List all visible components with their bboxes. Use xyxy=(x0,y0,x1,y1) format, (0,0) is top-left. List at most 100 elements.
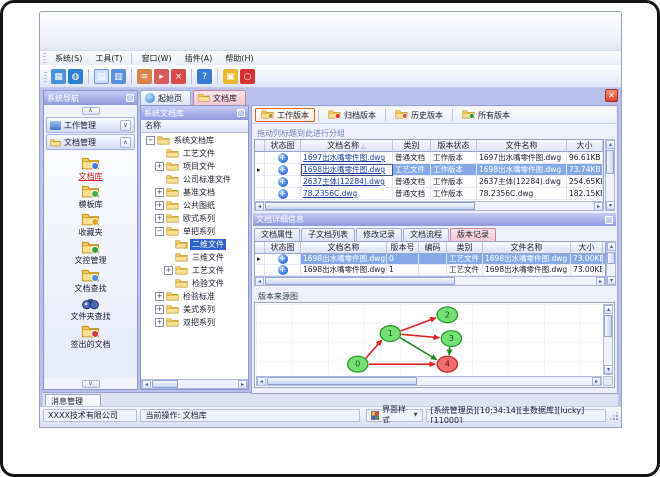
tree-node-1[interactable]: 工艺文件 xyxy=(141,147,248,160)
chevron-down-icon[interactable]: ∨ xyxy=(120,119,131,131)
tree-node-8[interactable]: 二维文件 xyxy=(141,238,248,251)
collapse-icon[interactable]: − xyxy=(155,227,164,236)
tree-node-2[interactable]: + 项目文件 xyxy=(141,160,248,173)
expand-icon[interactable]: + xyxy=(164,266,173,275)
tree-node-5[interactable]: + 公共图纸 xyxy=(141,199,248,212)
scroll-down-icon[interactable]: ▾ xyxy=(606,201,615,210)
scroll-left-icon[interactable]: ◂ xyxy=(142,380,151,389)
table-row[interactable]: ▸1698出水嘴零件图.dwg工艺文件工作版本1698出水嘴零件图.dwg73.… xyxy=(255,164,603,176)
expand-icon[interactable]: + xyxy=(155,188,164,197)
screen-icon[interactable]: ▦ xyxy=(51,69,66,84)
document-link[interactable]: 1698出水嘴零件图.dwg xyxy=(303,165,385,174)
version-filter-button-1[interactable]: 归档版本 xyxy=(322,108,382,122)
tree-horizontal-scrollbar[interactable]: ◂ ▸ xyxy=(141,379,248,389)
scroll-down-icon[interactable]: ▾ xyxy=(607,276,616,285)
library-list-icon[interactable]: ▥ xyxy=(111,69,126,84)
sidebar-item-2[interactable]: 收藏夹 xyxy=(79,212,103,237)
column-header-6[interactable]: 大小 xyxy=(571,242,603,254)
version-graph[interactable]: 0 1 2 3 4 xyxy=(256,304,602,375)
doc-new-icon[interactable]: ≡ xyxy=(137,69,152,84)
version-filter-button-0[interactable]: 工作版本 xyxy=(255,108,315,122)
sidebar-group-0[interactable]: 工作管理 ∨ xyxy=(46,117,135,133)
scroll-right-icon[interactable]: ▸ xyxy=(238,380,247,389)
document-link[interactable]: 2637主体(12284).dwg xyxy=(303,177,385,186)
menu-item-0[interactable]: 系统(S) xyxy=(49,52,88,65)
column-header-4[interactable]: 类别 xyxy=(447,242,483,254)
tab-document-library[interactable]: 文档库 xyxy=(193,90,246,105)
expand-icon[interactable]: + xyxy=(155,292,164,301)
tree-node-9[interactable]: 三维文件 xyxy=(141,251,248,264)
expand-icon[interactable]: + xyxy=(155,201,164,210)
doc-cancel-icon[interactable]: × xyxy=(171,69,186,84)
scroll-up-icon[interactable]: ▴ xyxy=(604,305,613,314)
detail-tab-0[interactable]: 文档属性 xyxy=(254,228,300,241)
version-grid-horizontal-scrollbar[interactable]: ◂ ▸ xyxy=(254,276,606,286)
table-row[interactable]: ▸1698出水嘴零件图.dwg0工艺文件1698出水嘴零件图.dwg73.00K… xyxy=(255,254,605,265)
column-header-0[interactable]: 状态图 xyxy=(265,242,301,254)
column-header-2[interactable]: 版本号 xyxy=(387,242,419,254)
expand-icon[interactable]: + xyxy=(155,162,164,171)
expand-icon[interactable]: + xyxy=(155,214,164,223)
tree-column-header[interactable]: 名称 xyxy=(141,120,248,133)
expand-icon[interactable]: + xyxy=(155,305,164,314)
scroll-left-icon[interactable]: ◂ xyxy=(257,377,266,386)
chevron-down-icon[interactable]: ∨ xyxy=(81,379,100,388)
scroll-left-icon[interactable]: ◂ xyxy=(255,202,264,211)
menu-item-1[interactable]: 工具(T) xyxy=(89,52,128,65)
detail-tab-4[interactable]: 版本记录 xyxy=(450,228,496,241)
pin-icon[interactable] xyxy=(237,109,245,117)
column-header-4[interactable]: 文件名称 xyxy=(477,140,567,152)
tree-node-6[interactable]: + 欧式系列 xyxy=(141,212,248,225)
column-header-1[interactable]: 文档名称 xyxy=(301,242,387,254)
sidebar-item-0[interactable]: 文档库 xyxy=(79,156,103,181)
document-grid-horizontal-scrollbar[interactable]: ◂ ▸ xyxy=(254,201,604,211)
sidebar-item-1[interactable]: 模板库 xyxy=(79,184,103,209)
sidebar-item-3[interactable]: 文控管理 xyxy=(75,240,107,265)
scroll-right-icon[interactable]: ▸ xyxy=(594,202,603,211)
column-header-6[interactable]: 版本号 xyxy=(603,140,604,152)
scroll-thumb[interactable] xyxy=(607,252,615,264)
sidebar-item-4[interactable]: 文档查找 xyxy=(75,268,107,293)
version-filter-button-3[interactable]: 所有版本 xyxy=(456,108,516,122)
scroll-thumb[interactable] xyxy=(606,150,614,174)
tree-node-13[interactable]: + 美式系列 xyxy=(141,303,248,316)
detail-tab-3[interactable]: 文档流程 xyxy=(403,228,449,241)
chevron-up-icon[interactable]: ∧ xyxy=(120,136,131,148)
help-icon[interactable]: ? xyxy=(197,69,212,84)
pin-icon[interactable] xyxy=(605,215,613,224)
table-row[interactable]: 78.2356C.dwg普通文档工作版本78.2356C.dwg182.15KB… xyxy=(255,188,603,200)
open-library-icon[interactable]: ▤ xyxy=(94,69,109,84)
menu-item-2[interactable]: 窗口(W) xyxy=(135,52,177,65)
document-link[interactable]: 78.2356C.dwg xyxy=(303,189,357,198)
column-header-2[interactable]: 类别 xyxy=(393,140,431,152)
menu-item-3[interactable]: 插件(A) xyxy=(179,52,219,65)
scroll-thumb[interactable] xyxy=(604,315,612,337)
tree-node-14[interactable]: + 双把系列 xyxy=(141,316,248,329)
column-header-0[interactable]: 状态图 xyxy=(265,140,301,152)
scroll-thumb[interactable] xyxy=(265,277,455,285)
scroll-down-icon[interactable]: ▾ xyxy=(604,365,613,374)
scroll-thumb[interactable] xyxy=(152,380,178,388)
table-row[interactable]: 1697出水嘴零件图.dwg普通文档工作版本1697出水嘴零件图.dwg96.6… xyxy=(255,152,603,164)
tree-node-7[interactable]: − 单把系列 xyxy=(141,225,248,238)
sidebar-item-6[interactable]: 签出的文档 xyxy=(71,324,111,349)
graph-vertical-scrollbar[interactable]: ▴ ▾ xyxy=(603,304,613,375)
pin-icon[interactable] xyxy=(126,94,134,102)
expand-icon[interactable]: + xyxy=(155,318,164,327)
table-row[interactable]: 2637主体(12284).dwg普通文档工作版本2637主体(12284).d… xyxy=(255,176,603,188)
version-grid-vertical-scrollbar[interactable]: ▴ ▾ xyxy=(606,241,616,286)
scroll-up-icon[interactable]: ▴ xyxy=(607,242,616,251)
scroll-left-icon[interactable]: ◂ xyxy=(255,277,264,286)
column-header-3[interactable]: 编码 xyxy=(419,242,447,254)
collapse-icon[interactable]: − xyxy=(146,136,155,145)
globe-icon[interactable]: ◍ xyxy=(68,69,83,84)
scroll-right-icon[interactable]: ▸ xyxy=(596,277,605,286)
document-link[interactable]: 1697出水嘴零件图.dwg xyxy=(303,153,385,162)
menu-item-4[interactable]: 帮助(H) xyxy=(219,52,259,65)
tree-node-11[interactable]: 检验文件 xyxy=(141,277,248,290)
tree-node-10[interactable]: + 工艺文件 xyxy=(141,264,248,277)
column-header-5[interactable]: 文件名称 xyxy=(483,242,571,254)
resize-grip[interactable] xyxy=(610,411,619,420)
tree-node-12[interactable]: + 检验标准 xyxy=(141,290,248,303)
graph-horizontal-scrollbar[interactable]: ◂ ▸ xyxy=(256,376,602,386)
